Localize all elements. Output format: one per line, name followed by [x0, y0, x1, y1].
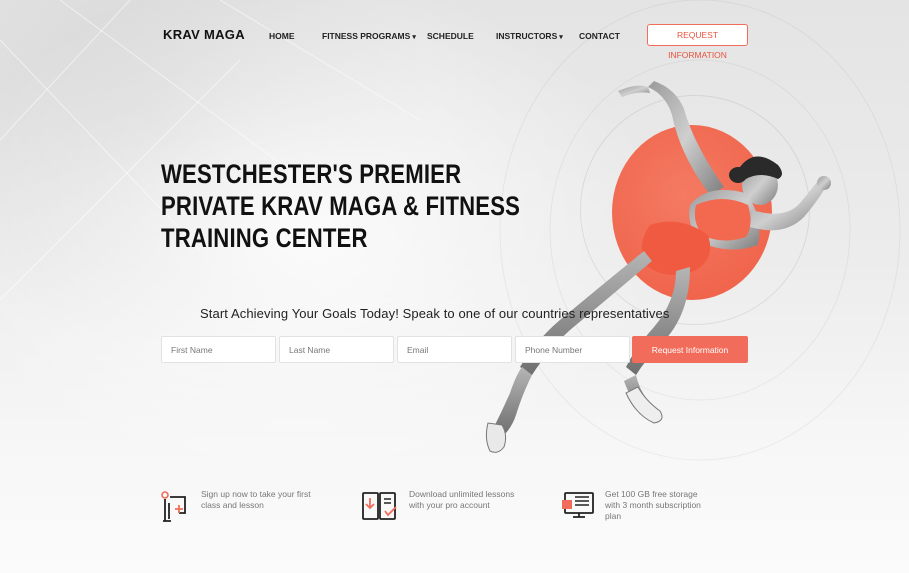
feature-storage-text: Get 100 GB free storage with 3 month sub…	[605, 489, 701, 521]
signup-icon	[161, 491, 186, 522]
hero-headline: WESTCHESTER'S PREMIER PRIVATE KRAV MAGA …	[161, 158, 521, 254]
feature-download-text: Download unlimited lessons with your pro…	[409, 489, 515, 510]
nav-home-label: HOME	[269, 31, 295, 41]
caret-down-icon: ▾	[412, 34, 416, 41]
feature-signup-text: Sign up now to take your first class and…	[201, 489, 311, 510]
download-lessons-icon	[362, 492, 397, 520]
phone-number-field[interactable]	[515, 336, 630, 363]
caret-down-icon: ▾	[559, 34, 563, 41]
storage-icon	[562, 492, 594, 518]
nav-instructors-label: INSTRUCTORS	[496, 31, 558, 41]
nav-schedule-label: SCHEDULE	[427, 31, 474, 41]
sprinter-athlete-image	[485, 81, 831, 453]
last-name-field[interactable]	[279, 336, 394, 363]
hero-headline-line-1: WESTCHESTER'S PREMIER	[161, 159, 462, 189]
first-name-field[interactable]	[161, 336, 276, 363]
nav-contact[interactable]: CONTACT	[579, 31, 620, 41]
hero-headline-line-3: TRAINING CENTER	[161, 223, 368, 253]
site-logo[interactable]: KRAV MAGA	[163, 27, 245, 42]
top-navigation: KRAV MAGA HOME FITNESS PROGRAMS ▾ SCHEDUL…	[0, 0, 909, 70]
hero-subheading: Start Achieving Your Goals Today! Speak …	[200, 306, 670, 321]
request-information-submit-button[interactable]: Request Information	[632, 336, 748, 363]
nav-fitness-programs-label: FITNESS PROGRAMS	[322, 31, 411, 41]
nav-contact-label: CONTACT	[579, 31, 620, 41]
nav-instructors[interactable]: INSTRUCTORS ▾	[496, 31, 563, 41]
request-information-button[interactable]: REQUEST INFORMATION	[647, 24, 748, 60]
nav-fitness-programs[interactable]: FITNESS PROGRAMS ▾	[322, 31, 416, 41]
email-field[interactable]	[397, 336, 512, 363]
nav-home[interactable]: HOME	[269, 31, 295, 41]
hero-headline-line-2: PRIVATE KRAV MAGA & FITNESS	[161, 191, 521, 221]
nav-schedule[interactable]: SCHEDULE	[427, 31, 474, 41]
